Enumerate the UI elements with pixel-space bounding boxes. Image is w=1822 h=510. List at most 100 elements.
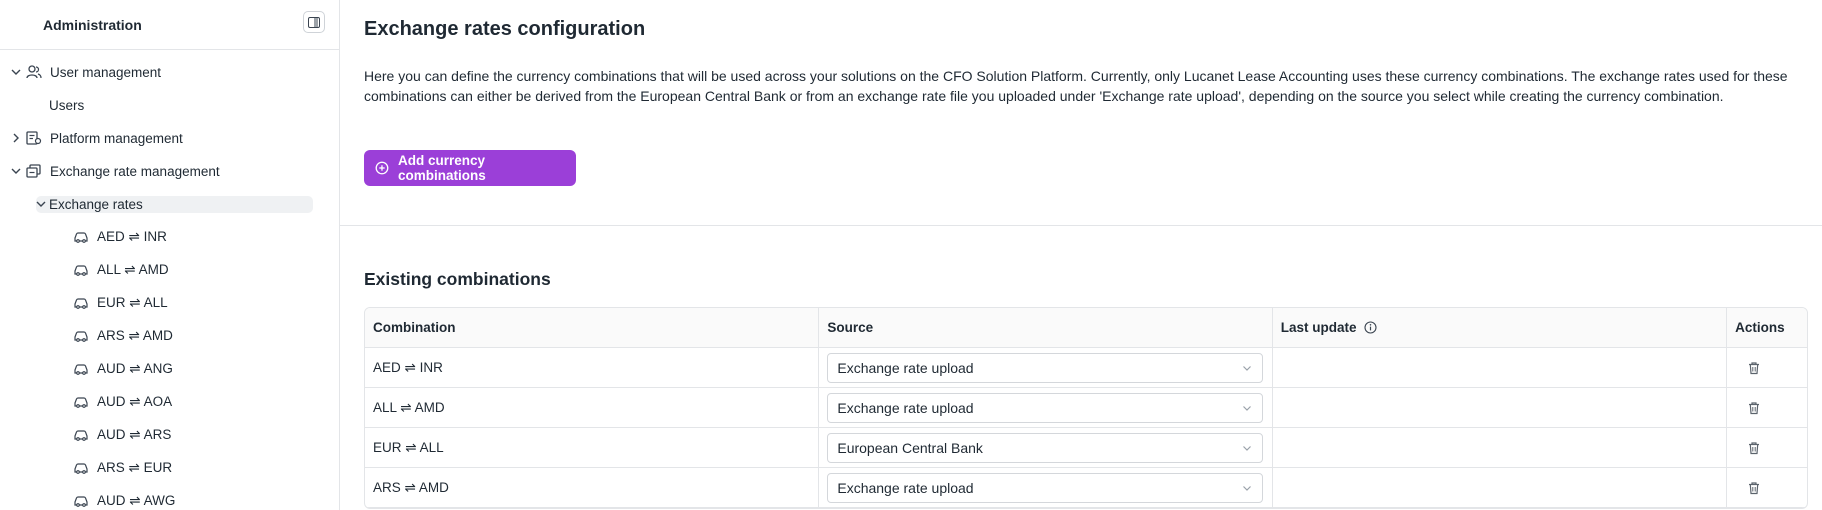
rate-label: AED ⇌ INR (97, 229, 167, 244)
sidebar-title: Administration (43, 16, 142, 33)
combinations-table: Combination Source Last update Actions A… (364, 307, 1808, 509)
cell-last-update (1273, 428, 1728, 467)
chevron-right-icon (10, 132, 22, 144)
page-description: Here you can define the currency combina… (364, 68, 1788, 104)
table-row: AED ⇌ INR Exchange rate upload (365, 348, 1807, 388)
delete-icon[interactable] (1747, 441, 1761, 455)
rate-label: EUR ⇌ ALL (97, 295, 168, 310)
sidebar-rate-item[interactable]: AUD ⇌ AWG (73, 490, 175, 510)
sidebar: Administration User management Users Pla… (0, 0, 340, 510)
source-select-value: Exchange rate upload (837, 399, 974, 416)
table-row: EUR ⇌ ALL European Central Bank (365, 428, 1807, 468)
rate-label: AUD ⇌ AWG (97, 493, 176, 508)
chevron-down-icon (1243, 485, 1252, 491)
cell-source: European Central Bank (819, 428, 1273, 467)
car-icon (74, 430, 88, 441)
sidebar-item-exchange-rates[interactable]: Exchange rates (35, 193, 143, 215)
source-select[interactable]: Exchange rate upload (827, 392, 1264, 423)
info-icon[interactable] (1363, 321, 1377, 334)
cell-last-update (1273, 388, 1728, 427)
sidebar-item-label: Exchange rate management (50, 163, 220, 179)
collapse-sidebar-button[interactable] (303, 11, 325, 33)
delete-icon[interactable] (1747, 361, 1761, 375)
cell-combination: AED ⇌ INR (365, 348, 820, 387)
sidebar-item-label: Exchange rates (49, 196, 143, 212)
chevron-down-icon (1243, 365, 1252, 371)
delete-icon[interactable] (1747, 401, 1761, 415)
sidebar-rate-item[interactable]: AUD ⇌ ANG (73, 358, 173, 380)
cell-source: Exchange rate upload (819, 348, 1273, 387)
chevron-down-icon (1243, 445, 1252, 451)
cell-actions (1727, 468, 1807, 507)
car-icon (74, 232, 88, 243)
car-icon (74, 265, 88, 276)
rate-label: AUD ⇌ ANG (97, 361, 173, 376)
section-divider (340, 225, 1822, 226)
sidebar-item-user-management[interactable]: User management (10, 61, 161, 83)
car-icon (74, 298, 88, 309)
source-select-value: European Central Bank (837, 439, 983, 456)
column-header-label: Last update (1280, 320, 1357, 335)
table-row: ALL ⇌ AMD Exchange rate upload (365, 388, 1807, 428)
column-header-combination: Combination (365, 308, 820, 347)
sidebar-item-label: User management (50, 64, 162, 80)
cell-last-update (1273, 348, 1728, 387)
add-button-label: Add currency combinations (397, 153, 486, 183)
chevron-down-icon (10, 66, 22, 78)
add-currency-combinations-button[interactable]: Add currency combinations (364, 150, 576, 186)
sidebar-item-exchange-rate-management[interactable]: Exchange rate management (10, 160, 220, 182)
sidebar-rate-item[interactable]: ALL ⇌ AMD (73, 259, 169, 281)
sidebar-rate-item[interactable]: ARS ⇌ EUR (73, 457, 172, 479)
page-title: Exchange rates configuration (364, 18, 646, 40)
car-icon (74, 463, 88, 474)
cell-source: Exchange rate upload (819, 388, 1273, 427)
source-select[interactable]: Exchange rate upload (827, 472, 1264, 503)
cell-combination: ARS ⇌ AMD (365, 468, 820, 507)
rate-label: AUD ⇌ AOA (97, 394, 173, 409)
rate-label: ARS ⇌ AMD (97, 328, 173, 343)
sidebar-item-platform-management[interactable]: Platform management (10, 127, 183, 149)
sidebar-rate-item[interactable]: AUD ⇌ AOA (73, 391, 172, 413)
cell-combination: ALL ⇌ AMD (365, 388, 820, 427)
column-header-last-update: Last update (1273, 308, 1728, 347)
cell-source: Exchange rate upload (819, 468, 1273, 507)
sidebar-item-label: Platform management (50, 130, 183, 146)
cell-actions (1727, 388, 1807, 427)
column-header-source: Source (819, 308, 1273, 347)
source-select-value: Exchange rate upload (837, 479, 974, 496)
car-icon (74, 496, 88, 507)
table-row: ARS ⇌ AMD Exchange rate upload (365, 468, 1807, 508)
cell-combination: EUR ⇌ ALL (365, 428, 820, 467)
sidebar-rate-item[interactable]: AUD ⇌ ARS (73, 424, 171, 446)
sidebar-rate-item[interactable]: AED ⇌ INR (73, 226, 167, 248)
platform-settings-icon (26, 131, 42, 145)
source-select[interactable]: Exchange rate upload (827, 352, 1264, 383)
chevron-down-icon (35, 198, 47, 210)
sidebar-item-label: Users (49, 97, 85, 113)
section-title: Existing combinations (364, 269, 551, 289)
exchange-rate-icon (26, 164, 41, 178)
source-select-value: Exchange rate upload (837, 359, 974, 376)
table-header: Combination Source Last update Actions (365, 308, 1807, 348)
cell-actions (1727, 428, 1807, 467)
rate-label: ALL ⇌ AMD (97, 262, 169, 277)
users-icon (26, 65, 42, 79)
car-icon (74, 331, 88, 342)
column-header-actions: Actions (1735, 320, 1785, 335)
main-content: Exchange rates configuration Here you ca… (340, 0, 1822, 510)
sidebar-rate-item[interactable]: ARS ⇌ AMD (73, 325, 173, 347)
rate-label: AUD ⇌ ARS (97, 427, 172, 442)
car-icon (74, 364, 88, 375)
chevron-down-icon (1243, 405, 1252, 411)
sidebar-item-users[interactable]: Users (49, 94, 84, 116)
cell-actions (1727, 348, 1807, 387)
chevron-down-icon (10, 165, 22, 177)
plus-circle-icon (375, 161, 389, 175)
sidebar-toggle-icon (308, 16, 320, 28)
cell-last-update (1273, 468, 1728, 507)
delete-icon[interactable] (1747, 481, 1761, 495)
sidebar-header: Administration (0, 0, 339, 50)
source-select[interactable]: European Central Bank (827, 432, 1264, 463)
car-icon (74, 397, 88, 408)
sidebar-rate-item[interactable]: EUR ⇌ ALL (73, 292, 168, 314)
